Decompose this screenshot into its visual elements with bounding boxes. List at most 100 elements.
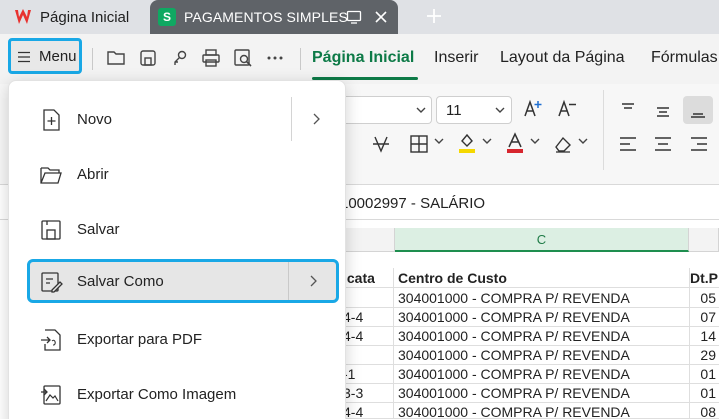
- menu-item-exportar-imagem[interactable]: Exportar Como Imagem: [27, 372, 339, 416]
- align-top-icon[interactable]: [617, 98, 639, 120]
- ribbon-separator: [603, 90, 604, 170]
- strikethrough-icon[interactable]: [370, 133, 392, 155]
- table-row: 304001000 - COMPRA P/ REVENDA 29: [340, 345, 719, 365]
- menu-item-salvar-como[interactable]: Salvar Como: [27, 259, 339, 303]
- menu-item-salvar[interactable]: Salvar: [27, 207, 339, 251]
- table-cell[interactable]: icata: [340, 268, 394, 288]
- font-size-select[interactable]: 11: [436, 96, 512, 124]
- menu-item-novo[interactable]: Novo: [27, 97, 339, 141]
- table-cell[interactable]: 4-4: [340, 402, 394, 419]
- font-color-icon[interactable]: [504, 131, 526, 153]
- table-row: 4-4 304001000 - COMPRA P/ REVENDA 07: [340, 307, 719, 327]
- menu-button-label: Menu: [39, 47, 77, 65]
- clear-format-icon[interactable]: [552, 133, 574, 155]
- table-cell[interactable]: 4-4: [340, 326, 394, 346]
- table-cell[interactable]: [340, 288, 394, 308]
- folder-icon[interactable]: [105, 47, 127, 69]
- column-header-b[interactable]: [340, 228, 395, 252]
- chevron-down-icon[interactable]: [480, 134, 502, 156]
- table-cell[interactable]: 01: [690, 383, 719, 403]
- menu-item-exportar-pdf[interactable]: Exportar para PDF: [27, 317, 339, 361]
- table-row: 3-3 304001000 - COMPRA P/ REVENDA 01: [340, 383, 719, 403]
- link-icon[interactable]: [169, 47, 191, 69]
- chevron-down-icon[interactable]: [576, 134, 598, 156]
- borders-icon[interactable]: [408, 133, 430, 155]
- table-cell[interactable]: Centro de Custo: [395, 268, 690, 288]
- table-cell[interactable]: 304001000 - COMPRA P/ REVENDA: [395, 307, 690, 327]
- new-tab-plus-icon[interactable]: [424, 6, 444, 26]
- table-cell[interactable]: 29: [690, 345, 719, 365]
- file-menu-dropdown: Novo Abrir Salvar Salvar Como Exportar p…: [8, 80, 346, 419]
- font-name-select[interactable]: [340, 96, 432, 124]
- close-tab-icon[interactable]: [372, 8, 390, 26]
- save-icon: [39, 218, 63, 242]
- fill-color-icon[interactable]: [456, 131, 478, 153]
- menu-item-label: Abrir: [77, 165, 109, 183]
- menu-item-abrir[interactable]: Abrir: [27, 152, 339, 196]
- chevron-down-icon[interactable]: [432, 134, 454, 156]
- table-cell[interactable]: 14: [690, 326, 719, 346]
- menu-item-label: Exportar para PDF: [77, 330, 203, 348]
- tab-home-label: Página Inicial: [40, 8, 130, 26]
- table-cell[interactable]: 07: [690, 307, 719, 327]
- tab-document[interactable]: S PAGAMENTOS SIMPLES: [150, 0, 398, 34]
- font-size-value: 11: [446, 101, 462, 119]
- folder-open-icon: [39, 163, 63, 187]
- column-header-d[interactable]: [689, 228, 719, 252]
- align-middle-icon[interactable]: [652, 100, 674, 122]
- chevron-down-icon[interactable]: [528, 134, 550, 156]
- table-cell[interactable]: 304001000 - COMPRA P/ REVENDA: [395, 288, 690, 308]
- table-cell[interactable]: 304001000 - COMPRA P/ REVENDA: [395, 364, 690, 384]
- save-icon[interactable]: [137, 47, 159, 69]
- align-bottom-button[interactable]: [683, 96, 713, 124]
- submenu-arrow[interactable]: [291, 97, 339, 141]
- menu-button[interactable]: Menu: [8, 38, 82, 74]
- chevron-down-icon: [493, 103, 507, 121]
- chevron-right-icon: [313, 113, 320, 125]
- toolbar-divider: [300, 48, 301, 70]
- ribbon-tab-formulas[interactable]: Fórmulas: [651, 49, 718, 67]
- table-cell[interactable]: 304001000 - COMPRA P/ REVENDA: [395, 345, 690, 365]
- menu-item-label: Salvar: [77, 220, 120, 238]
- export-pdf-icon: [39, 328, 63, 352]
- submenu-arrow[interactable]: [288, 262, 336, 300]
- column-header-c[interactable]: C: [395, 228, 689, 252]
- more-options-icon[interactable]: [264, 47, 286, 69]
- table-cell[interactable]: 3-3: [340, 383, 394, 403]
- table-cell[interactable]: [340, 345, 394, 365]
- print-preview-icon[interactable]: [232, 47, 254, 69]
- chevron-down-icon: [414, 103, 428, 122]
- formula-content[interactable]: 10002997 - SALÁRIO: [340, 195, 485, 212]
- save-as-icon: [39, 270, 63, 294]
- toolbar-divider: [92, 48, 93, 70]
- print-icon[interactable]: [200, 47, 222, 69]
- table-header-row: icata Centro de Custo Dt.P: [340, 268, 719, 288]
- table-row: 4-4 304001000 - COMPRA P/ REVENDA 14: [340, 326, 719, 346]
- table-cell[interactable]: 05: [690, 288, 719, 308]
- menu-item-label: Exportar Como Imagem: [77, 385, 237, 403]
- align-left-icon[interactable]: [617, 133, 639, 155]
- table-cell[interactable]: -1: [340, 364, 394, 384]
- table-cell[interactable]: 01: [690, 364, 719, 384]
- table-cell[interactable]: 304001000 - COMPRA P/ REVENDA: [395, 402, 690, 419]
- ribbon-tab-insert[interactable]: Inserir: [434, 49, 478, 67]
- table-cell[interactable]: 4-4: [340, 307, 394, 327]
- table-cell[interactable]: 304001000 - COMPRA P/ REVENDA: [395, 326, 690, 346]
- table-row: 4-4 304001000 - COMPRA P/ REVENDA 08: [340, 402, 719, 419]
- table-cell[interactable]: Dt.P: [690, 268, 719, 288]
- align-center-icon[interactable]: [652, 133, 674, 155]
- table-cell[interactable]: 08: [690, 402, 719, 419]
- decrease-font-icon[interactable]: [556, 98, 578, 120]
- wps-logo-icon: [14, 8, 32, 26]
- table-cell[interactable]: 304001000 - COMPRA P/ REVENDA: [395, 383, 690, 403]
- menu-item-label: Novo: [77, 110, 113, 128]
- hamburger-icon: [18, 50, 30, 63]
- increase-font-icon[interactable]: [522, 98, 544, 120]
- tab-home[interactable]: Página Inicial: [0, 0, 148, 34]
- ribbon-tab-page-layout[interactable]: Layout da Página: [500, 49, 625, 67]
- ribbon-tab-home[interactable]: Página Inicial: [312, 49, 414, 67]
- menu-item-label: Salvar Como: [77, 272, 164, 290]
- monitor-icon[interactable]: [346, 9, 362, 25]
- tab-document-label: PAGAMENTOS SIMPLES: [184, 9, 348, 25]
- align-right-icon[interactable]: [688, 133, 710, 155]
